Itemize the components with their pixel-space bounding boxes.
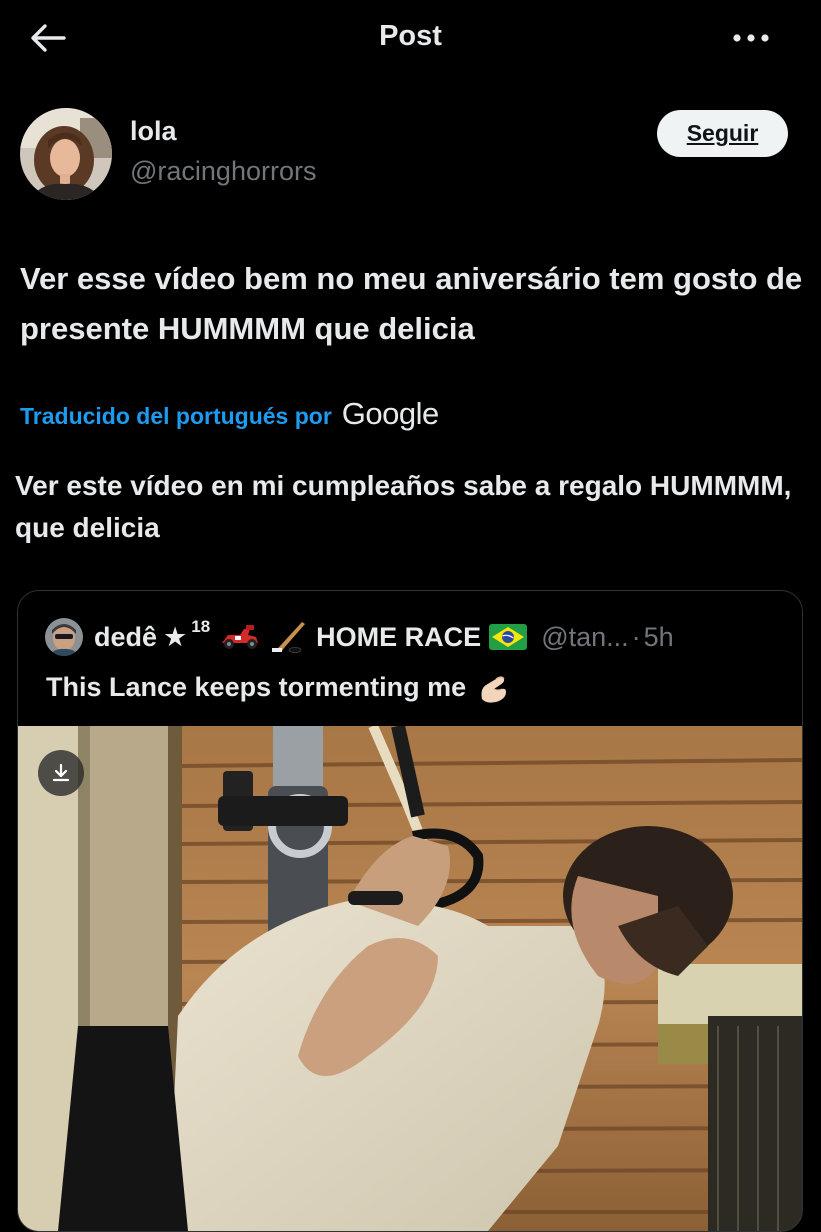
- quoted-post-text-row: This Lance keeps tormenting me: [46, 669, 512, 705]
- video-frame: [18, 726, 802, 1231]
- translation-attribution: Traducido del portugués por Google: [20, 396, 439, 432]
- page-title: Post: [379, 20, 442, 52]
- quoted-post-card[interactable]: dedê ★ 18 HOME RACE @tan... · 5h This La…: [17, 590, 803, 1232]
- author-handle[interactable]: @racinghorrors: [130, 156, 316, 187]
- more-options-button[interactable]: [721, 18, 781, 58]
- author-name[interactable]: lola: [130, 116, 177, 147]
- pinching-hand-icon: [476, 669, 512, 705]
- hockey-stick-icon: [270, 620, 306, 654]
- author-avatar[interactable]: [20, 108, 112, 200]
- post-text: Ver esse vídeo bem no meu aniversário te…: [20, 261, 803, 346]
- translated-by-link[interactable]: Traducido del portugués por: [20, 403, 332, 430]
- racing-car-icon: [218, 623, 262, 651]
- separator-dot: ·: [631, 621, 641, 652]
- quoted-team-name: HOME RACE: [316, 621, 482, 652]
- quoted-author-avatar[interactable]: [45, 618, 83, 656]
- star-symbol: ★: [163, 621, 188, 652]
- quoted-post-text: This Lance keeps tormenting me: [46, 671, 467, 702]
- download-icon: [52, 763, 70, 782]
- download-button[interactable]: [38, 750, 84, 796]
- translation-text: Ver este vídeo en mi cumpleaños sabe a r…: [15, 470, 792, 543]
- quoted-avatar-photo: [45, 618, 83, 656]
- google-logo: Google: [341, 396, 439, 431]
- brazil-flag-icon: [489, 624, 528, 650]
- quoted-post-header: dedê ★ 18 HOME RACE @tan... · 5h: [94, 617, 674, 655]
- superscript-number: 18: [191, 617, 211, 636]
- follow-button[interactable]: Seguir: [657, 110, 788, 157]
- quoted-author-handle[interactable]: @tan...: [541, 622, 628, 653]
- video-player[interactable]: [18, 726, 802, 1231]
- more-horizontal-icon: [733, 34, 769, 42]
- quoted-post-time[interactable]: 5h: [644, 622, 674, 653]
- avatar-photo: [20, 108, 112, 200]
- top-bar: Post: [0, 0, 821, 78]
- quoted-author-name[interactable]: dedê: [94, 622, 157, 653]
